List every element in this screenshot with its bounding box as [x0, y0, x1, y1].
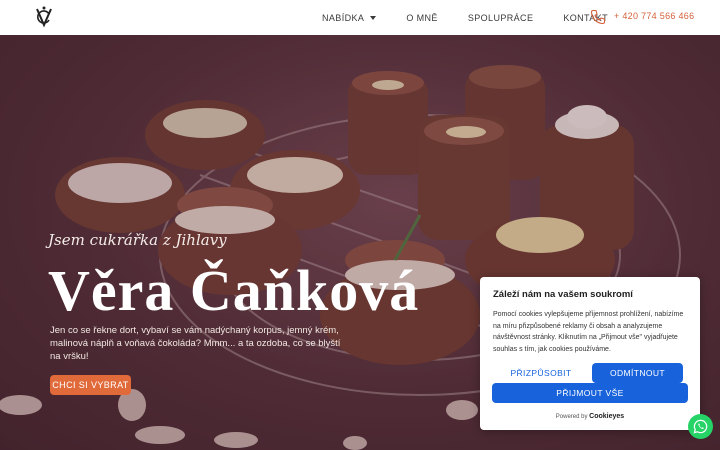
- customize-button[interactable]: PŘIZPŮSOBIT: [492, 363, 590, 383]
- phone-link[interactable]: + 420 774 566 466: [614, 11, 694, 21]
- nav-item-o-mne[interactable]: O MNĚ: [406, 13, 438, 23]
- cookie-title: Záleží nám na vašem soukromí: [493, 289, 633, 300]
- cookieyes-brand[interactable]: Cookieyes: [589, 413, 624, 420]
- cookie-button-row: PŘIZPŮSOBIT ODMÍTNOUT: [492, 363, 688, 383]
- powered-by: Powered by Cookieyes: [480, 413, 700, 420]
- choose-button[interactable]: CHCI SI VYBRAT: [50, 375, 131, 395]
- vc-monogram-logo[interactable]: [33, 5, 55, 29]
- main-nav: NABÍDKA O MNĚ SPOLUPRÁCE KONTAKT: [322, 0, 608, 35]
- hero-subtitle: Jsem cukrářka z Jihlavy: [48, 231, 227, 249]
- accept-all-button[interactable]: PŘIJMOUT VŠE: [492, 383, 688, 403]
- hero-description: Jen co se řekne dort, vybaví se vám nadý…: [50, 325, 341, 362]
- site-header: NABÍDKA O MNĚ SPOLUPRÁCE KONTAKT + 420 7…: [0, 0, 720, 35]
- whatsapp-icon: [693, 419, 708, 434]
- nav-item-spoluprace[interactable]: SPOLUPRÁCE: [468, 13, 534, 23]
- nav-item-label: SPOLUPRÁCE: [467, 12, 534, 23]
- nav-item-nabidka[interactable]: NABÍDKA: [322, 12, 377, 23]
- nav-item-label: NABÍDKA: [322, 12, 365, 23]
- nav-item-label: O MNĚ: [406, 12, 438, 23]
- phone-icon[interactable]: [590, 9, 606, 25]
- reject-button[interactable]: ODMÍTNOUT: [592, 363, 683, 383]
- cookie-text: Pomocí cookies vylepšujeme příjemnost pr…: [493, 311, 684, 353]
- chevron-down-icon: [370, 15, 377, 20]
- powered-by-label: Powered by: [555, 414, 588, 420]
- whatsapp-button[interactable]: [688, 414, 713, 439]
- hero-title: Věra Čaňková: [48, 258, 420, 323]
- cookie-consent-dialog: Záleží nám na vašem soukromí Pomocí cook…: [480, 277, 700, 430]
